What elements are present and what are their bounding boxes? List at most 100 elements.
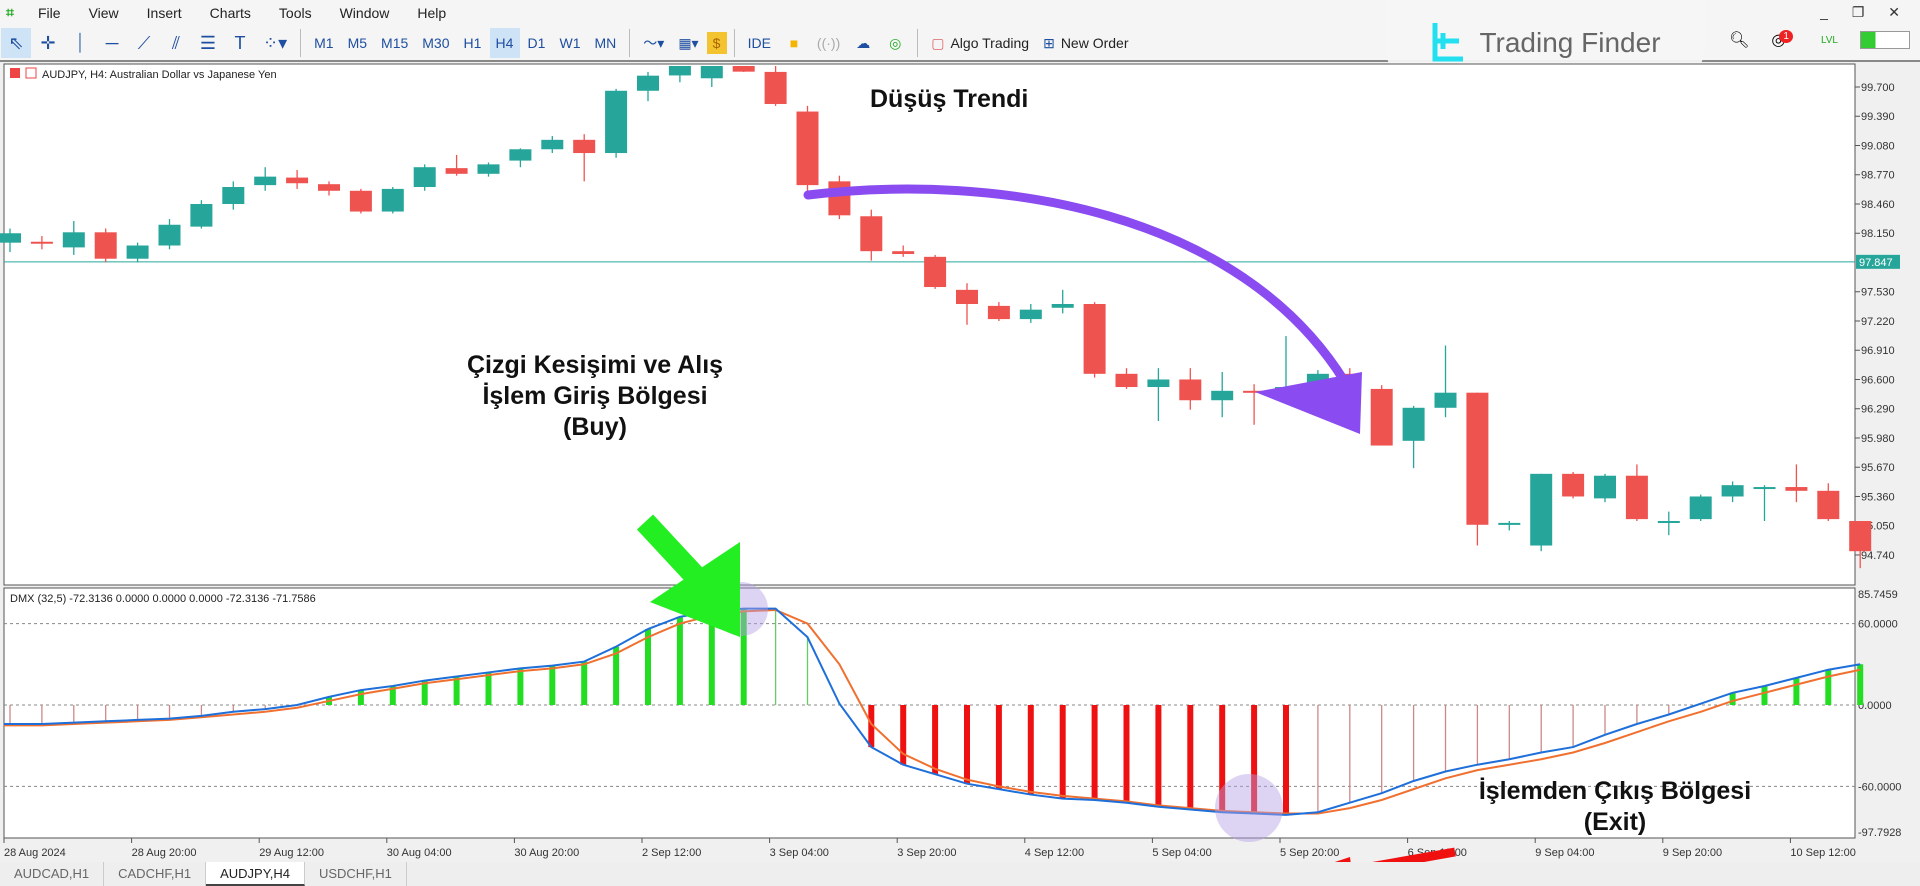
indicator-scale-label: 85.7459 [1858,589,1898,601]
chart-type-icon[interactable]: 〜▾ [637,28,670,58]
menu-insert[interactable]: Insert [147,5,182,21]
chart-tab[interactable]: USDCHF,H1 [305,862,407,886]
menu-help[interactable]: Help [417,5,446,21]
notification-badge: 1 [1779,30,1793,43]
app-logo-icon: ⌗ [6,4,14,20]
bear-candle [318,184,340,191]
chart-title: AUDJPY, H4: Australian Dollar vs Japanes… [42,69,277,81]
bear-candle [94,232,117,259]
annotation-downtrend: Düşüş Trendi [870,85,1029,113]
window-controls[interactable]: _ ❐ ✕ [1820,4,1910,21]
annotation-exit: İşlemden Çıkış Bölgesi (Exit) [1478,777,1752,836]
timeframe-m30[interactable]: M30 [416,28,455,58]
menu-tools[interactable]: Tools [279,5,312,21]
fibonacci-icon[interactable]: ☰ [193,28,223,58]
time-label: 5 Sep 04:00 [1152,847,1211,859]
chart-tab[interactable]: AUDJPY,H4 [206,862,305,886]
current-price-label: 97.847 [1859,257,1893,269]
crosshair-icon[interactable]: ✛ [33,28,63,58]
bear-candle [1083,304,1106,374]
bull-candle [1721,485,1744,497]
bull-candle [222,187,245,204]
menu-window[interactable]: Window [340,5,390,21]
bull-candle [62,232,85,248]
shopping-bag-icon[interactable]: ■ [779,28,809,58]
shapes-icon[interactable]: ⁘▾ [257,28,293,58]
price-label: 97.530 [1861,287,1895,299]
time-label: 30 Aug 04:00 [387,847,452,859]
chart-tab[interactable]: CADCHF,H1 [104,862,207,886]
bear-candle [1817,490,1840,520]
market-icon[interactable]: $ [706,32,727,54]
price-label: 96.910 [1861,345,1895,357]
notifications-button[interactable]: ◎1 [1771,30,1799,50]
new-order-button[interactable]: ⊞ New Order [1037,28,1134,58]
trendline-icon[interactable]: ⟋ [129,28,159,58]
ide-button[interactable]: IDE [742,28,777,58]
price-label: 95.980 [1861,433,1895,445]
timeframe-h1[interactable]: H1 [458,28,488,58]
bear-candle [1370,388,1393,446]
menu-charts[interactable]: Charts [210,5,251,21]
signal-icon[interactable]: ((·)) [811,28,846,58]
bear-candle [573,139,596,154]
chart-area[interactable]: AUDJPY, H4: Australian Dollar vs Japanes… [0,62,1920,862]
bull-candle [668,66,691,76]
price-label: 97.220 [1861,316,1895,328]
timeframe-w1[interactable]: W1 [554,28,587,58]
bull-candle [1753,487,1776,490]
bear-candle [956,289,978,305]
time-label: 28 Aug 20:00 [132,847,197,859]
time-label: 3 Sep 20:00 [897,847,956,859]
channel-icon[interactable]: ⫽ [161,28,191,58]
brand-logo-icon [1432,23,1464,62]
chart-tab[interactable]: AUDCAD,H1 [0,862,105,886]
bull-candle [541,139,564,150]
timeframe-h4[interactable]: H4 [489,28,520,58]
timeframe-mn[interactable]: MN [589,28,623,58]
bull-candle [700,66,723,79]
chart-tabs: AUDCAD,H1 CADCHF,H1 AUDJPY,H4 USDCHF,H1 [0,862,1920,886]
bear-candle [1466,392,1489,525]
bull-candle [413,167,436,188]
timeframe-d1[interactable]: D1 [522,28,552,58]
bear-candle [1115,373,1138,388]
search-icon[interactable]: 🔍︎ [1729,30,1749,50]
divider [917,29,919,57]
menu-view[interactable]: View [89,5,119,21]
bear-candle [892,251,915,254]
indicators-icon[interactable]: ▦▾ [672,28,704,58]
time-label: 28 Aug 2024 [4,847,66,859]
time-label: 29 Aug 12:00 [259,847,324,859]
vps-icon[interactable]: ◎ [880,28,910,58]
timeframe-m15[interactable]: M15 [375,28,414,58]
bull-candle [1498,522,1521,525]
cloud-icon[interactable]: ☁ [848,28,878,58]
price-label: 98.150 [1861,228,1895,240]
price-label: 95.670 [1861,462,1895,474]
timeframe-m1[interactable]: M1 [308,28,339,58]
price-label: 99.080 [1861,140,1895,152]
algo-trading-button[interactable]: ▢ Algo Trading [925,28,1035,58]
price-label: 95.360 [1861,491,1895,503]
bear-candle [445,168,468,174]
bear-candle [1179,379,1202,401]
text-icon[interactable]: T [225,28,255,58]
vertical-line-icon[interactable]: ⏐ [65,28,95,58]
bull-candle [1051,304,1074,308]
price-label: 99.390 [1861,111,1895,123]
bull-candle [1530,473,1553,546]
bear-candle [349,190,372,212]
algo-trading-icon: ▢ [931,34,945,51]
price-label: 94.740 [1861,550,1895,562]
cursor-icon[interactable]: ⇖ [1,28,31,58]
bull-candle [477,164,500,174]
timeframe-m5[interactable]: M5 [342,28,373,58]
horizontal-line-icon[interactable]: ─ [97,28,127,58]
bull-candle [126,245,149,259]
bull-candle [381,188,404,212]
level-progress [1860,31,1910,49]
indicator-label: DMX (32,5) -72.3136 0.0000 0.0000 0.0000… [10,593,316,605]
menu-file[interactable]: File [38,5,61,21]
lvl-icon[interactable]: LVL [1821,35,1838,46]
